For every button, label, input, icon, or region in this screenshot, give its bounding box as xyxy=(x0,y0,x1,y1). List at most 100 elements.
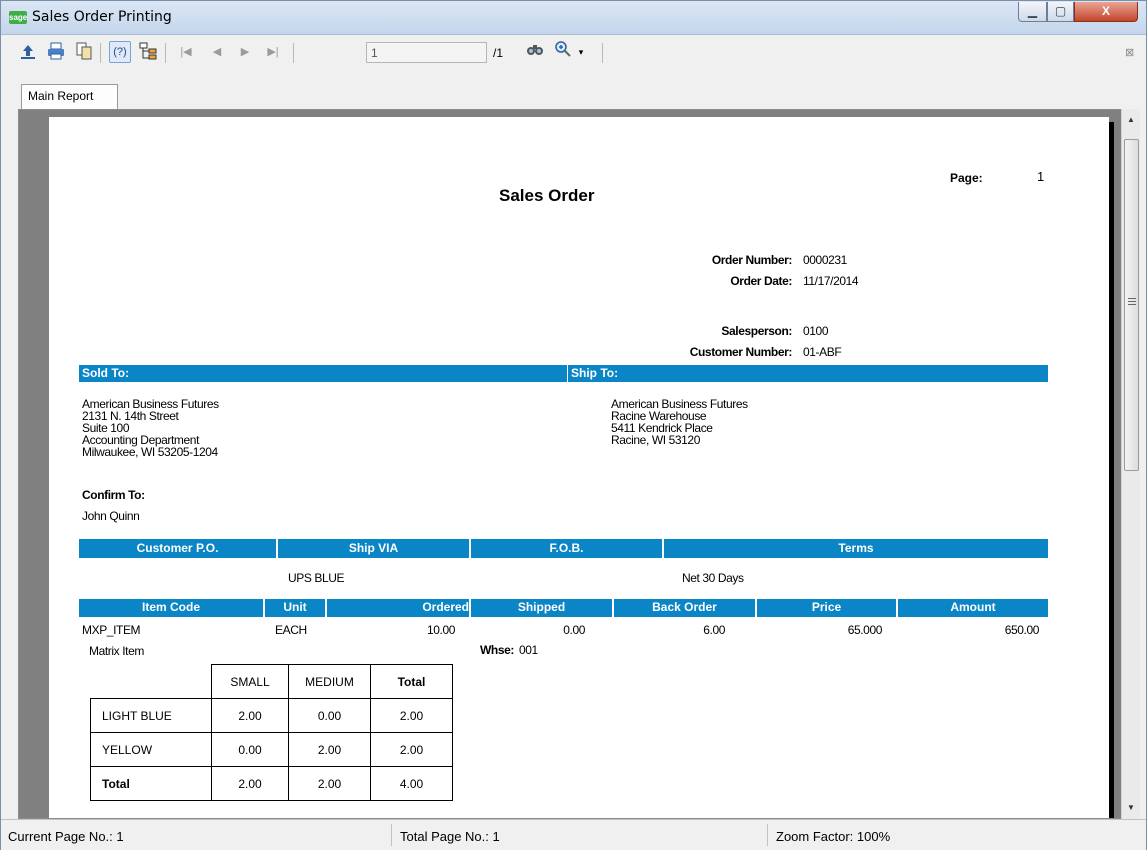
matrix-cell: 2.00 xyxy=(211,766,289,801)
matrix-col-header: SMALL xyxy=(211,664,289,699)
next-page-icon[interactable]: ▶ xyxy=(237,42,253,62)
ordered-header-bar: Ordered xyxy=(327,599,469,617)
amount-header-bar: Amount xyxy=(898,599,1048,617)
sales-order-printing-window: sage Sales Order Printing ▁ ▢ X (?) |◀ ◀… xyxy=(0,0,1147,850)
status-divider xyxy=(391,824,392,846)
matrix-row-label: YELLOW xyxy=(90,732,212,767)
sold-to-header: Sold To: xyxy=(82,366,130,380)
price-header: Price xyxy=(811,600,842,614)
scroll-up-icon[interactable]: ▲ xyxy=(1122,111,1140,128)
item-back-order: 6.00 xyxy=(703,623,725,637)
matrix-table: SMALL MEDIUM Total LIGHT BLUE 2.00 0.00 … xyxy=(90,664,453,801)
scroll-down-icon[interactable]: ▼ xyxy=(1122,799,1140,816)
amount-header: Amount xyxy=(950,600,996,614)
search-icon[interactable] xyxy=(524,40,546,62)
page-label: Page: xyxy=(950,171,983,185)
export-icon[interactable] xyxy=(17,41,39,63)
matrix-cell: 2.00 xyxy=(370,732,453,767)
current-page-status: Current Page No.: 1 xyxy=(8,829,124,844)
vertical-scrollbar[interactable]: ▲ ▼ xyxy=(1121,109,1140,819)
report-page: Page: 1 Sales Order Order Number: 000023… xyxy=(49,117,1109,818)
zoom-dropdown-icon[interactable]: ▾ xyxy=(573,42,589,62)
previous-page-icon[interactable]: ◀ xyxy=(209,42,225,62)
page-number: 1 xyxy=(1037,169,1045,184)
zoom-icon[interactable] xyxy=(552,40,574,62)
ship-to-line: Racine, WI 53120 xyxy=(611,433,700,447)
matrix-cell: 2.00 xyxy=(211,698,289,733)
salesperson-label: Salesperson: xyxy=(721,324,792,338)
tab-main-report[interactable]: Main Report xyxy=(21,84,118,109)
last-page-icon[interactable]: ▶| xyxy=(265,42,281,62)
toolbar-separator xyxy=(602,43,603,63)
unit-header: Unit xyxy=(283,600,307,614)
close-view-icon[interactable]: ⊠ xyxy=(1125,46,1134,59)
status-bar: Current Page No.: 1 Total Page No.: 1 Zo… xyxy=(1,819,1146,850)
maximize-button[interactable]: ▢ xyxy=(1047,2,1074,22)
confirm-to-label: Confirm To: xyxy=(82,488,145,502)
order-number: 0000231 xyxy=(803,253,847,267)
confirm-to: John Quinn xyxy=(82,509,140,523)
terms-header: Terms xyxy=(838,541,874,555)
back-order-header: Back Order xyxy=(652,600,717,614)
whse-value: 001 xyxy=(519,643,538,657)
matrix-cell: 0.00 xyxy=(211,732,289,767)
ship-via-header: Ship VIA xyxy=(348,541,399,555)
close-button[interactable]: X xyxy=(1074,2,1138,22)
matrix-row: YELLOW 0.00 2.00 2.00 xyxy=(90,732,453,767)
copy-icon[interactable] xyxy=(73,41,95,63)
page-number-input[interactable] xyxy=(366,42,487,63)
item-unit: EACH xyxy=(275,623,307,637)
window-title: Sales Order Printing xyxy=(32,9,172,25)
whse-label: Whse: xyxy=(480,643,515,657)
terms-header-bar: Terms xyxy=(664,539,1048,558)
print-icon[interactable] xyxy=(45,41,67,63)
status-divider xyxy=(767,824,768,846)
shipped-header-bar: Shipped xyxy=(471,599,612,617)
help-icon[interactable]: (?) xyxy=(109,41,131,63)
customer-po-header: Customer P.O. xyxy=(136,541,219,555)
total-page-status: Total Page No.: 1 xyxy=(400,829,500,844)
item-amount: 650.00 xyxy=(1004,623,1040,637)
toolbar-separator xyxy=(293,43,294,63)
matrix-corner-cell xyxy=(91,665,212,699)
item-description: Matrix Item xyxy=(89,644,144,658)
toolbar-separator xyxy=(100,43,101,63)
ship-to-header-bar: Ship To: xyxy=(568,365,1048,382)
zoom-status: Zoom Factor: 100% xyxy=(776,829,891,844)
item-code: MXP_ITEM xyxy=(82,623,141,637)
matrix-cell: 2.00 xyxy=(370,698,453,733)
item-ordered: 10.00 xyxy=(426,623,455,637)
report-viewport: Page: 1 Sales Order Order Number: 000023… xyxy=(18,109,1140,819)
scrollbar-thumb[interactable] xyxy=(1124,139,1139,471)
sold-to-line: Milwaukee, WI 53205-1204 xyxy=(82,445,218,459)
ship-via-value: UPS BLUE xyxy=(288,571,345,585)
grip-icon xyxy=(1128,298,1136,305)
matrix-cell: 2.00 xyxy=(288,766,371,801)
item-code-header-bar: Item Code xyxy=(79,599,263,617)
item-price: 65.000 xyxy=(847,623,883,637)
item-code-header: Item Code xyxy=(141,600,200,614)
order-date: 11/17/2014 xyxy=(803,274,859,288)
minimize-button[interactable]: ▁ xyxy=(1018,2,1047,22)
back-order-header-bar: Back Order xyxy=(614,599,755,617)
matrix-header-row: SMALL MEDIUM Total xyxy=(91,664,453,699)
sage-logo-icon: sage xyxy=(9,11,28,24)
terms-value: Net 30 Days xyxy=(682,571,744,585)
report-title: Sales Order xyxy=(499,186,595,205)
first-page-icon[interactable]: |◀ xyxy=(178,42,194,62)
matrix-cell: 4.00 xyxy=(370,766,453,801)
order-number-label: Order Number: xyxy=(711,253,793,267)
matrix-col-header: Total xyxy=(370,664,453,699)
group-tree-icon[interactable] xyxy=(137,41,159,63)
title-bar: sage Sales Order Printing ▁ ▢ X xyxy=(1,1,1146,35)
order-date-label: Order Date: xyxy=(730,274,792,288)
page-total-label: /1 xyxy=(493,46,504,60)
item-shipped: 0.00 xyxy=(563,623,585,637)
report-toolbar: (?) |◀ ◀ ▶ ▶| /1 ▾ ⊠ xyxy=(1,35,1146,81)
fob-header-bar: F.O.B. xyxy=(471,539,662,558)
matrix-row: LIGHT BLUE 2.00 0.00 2.00 xyxy=(90,698,453,733)
matrix-row-label: LIGHT BLUE xyxy=(90,698,212,733)
matrix-total-row: Total 2.00 2.00 4.00 xyxy=(90,766,453,801)
customer-po-header-bar: Customer P.O. xyxy=(79,539,276,558)
salesperson: 0100 xyxy=(803,324,829,338)
